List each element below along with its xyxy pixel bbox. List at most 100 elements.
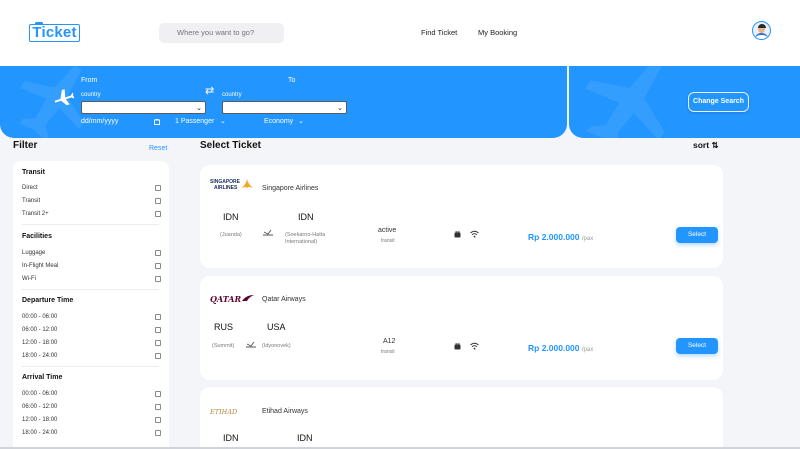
filter-option: 06:00 - 12:00	[22, 327, 58, 333]
checkbox[interactable]	[155, 327, 161, 333]
from-label: From	[81, 77, 98, 84]
bird-icon	[241, 179, 253, 188]
filter-section-title: Departure Time	[22, 297, 74, 304]
filter-option: Direct	[22, 185, 38, 191]
ticket-price: Rp 2.000.000 /pax	[528, 232, 594, 242]
wifi-icon	[470, 342, 479, 350]
chevron-down-icon: ⌄	[220, 118, 226, 125]
arrival-city: (Soekarno-Hatta International)	[285, 232, 326, 245]
nav-my-booking[interactable]: My Booking	[478, 28, 517, 37]
top-navbar	[0, 0, 800, 66]
to-country-label: country	[222, 92, 242, 98]
departure-code: IDN	[223, 433, 239, 443]
class-select[interactable]: Economy	[264, 118, 293, 125]
airline-logo: ETIHAD	[210, 408, 238, 416]
airline-name: Qatar Airways	[262, 296, 306, 303]
plane-icon	[54, 89, 74, 106]
flight-icon	[263, 229, 273, 236]
filter-option: 00:00 - 06:00	[22, 314, 58, 320]
from-country-label: country	[81, 92, 101, 98]
filter-option: 18:00 - 24:00	[22, 353, 58, 359]
checkbox[interactable]	[155, 340, 161, 346]
checkbox[interactable]	[155, 391, 161, 397]
filter-option: In-Flight Meal	[22, 263, 59, 269]
checkbox[interactable]	[155, 198, 161, 204]
luggage-icon	[454, 231, 461, 238]
transit-label: transit	[381, 238, 395, 244]
search-input[interactable]	[159, 23, 284, 43]
filter-option: Luggage	[22, 250, 46, 256]
filter-section-title: Facilities	[22, 233, 52, 240]
filter-option: Wi-Fi	[22, 276, 36, 282]
filter-option: 12:00 - 18:00	[22, 340, 58, 346]
calendar-icon[interactable]	[154, 119, 160, 125]
departure-code: IDN	[223, 212, 239, 222]
ticket-card: ETIHAD Etihad Airways IDN IDN	[200, 387, 723, 449]
departure-code: RUS	[214, 322, 234, 332]
arrival-city: (Idyonovek)	[262, 343, 291, 349]
filter-section-title: Transit	[22, 169, 45, 176]
flight-status: active	[378, 227, 397, 234]
checkbox[interactable]	[155, 417, 161, 423]
filter-option: Transit 2+	[22, 211, 49, 217]
filter-option: 12:00 - 18:00	[22, 417, 58, 423]
wifi-icon	[470, 230, 479, 238]
filter-option: 18:00 - 24:00	[22, 430, 58, 436]
checkbox[interactable]	[155, 276, 161, 282]
airline-name: Etihad Airways	[262, 408, 308, 415]
plane-watermark-icon-right	[585, 66, 665, 138]
departure-city: (Juanda)	[220, 232, 242, 238]
page-title: Select Ticket	[200, 140, 261, 151]
checkbox[interactable]	[155, 250, 161, 256]
to-country-select[interactable]: ⌄	[222, 101, 347, 114]
filter-title: Filter	[13, 140, 38, 151]
from-country-select[interactable]: ⌄	[81, 101, 206, 114]
chevron-down-icon: ⌄	[298, 118, 304, 125]
ticket-price: Rp 2.000.000 /pax	[528, 343, 594, 353]
reset-filter-link[interactable]: Reset	[149, 145, 167, 152]
airline-logo: QATAR	[210, 294, 254, 304]
flight-status: A12	[383, 338, 396, 345]
sort-button[interactable]: sort ⇅	[693, 140, 719, 151]
arrival-code: IDN	[297, 433, 313, 443]
nav-find-ticket[interactable]: Find Ticket	[421, 28, 457, 37]
chevron-down-icon: ⌄	[196, 105, 202, 112]
checkbox[interactable]	[155, 404, 161, 410]
chevron-down-icon: ⌄	[337, 105, 343, 112]
ticket-card: QATAR Qatar Airways RUS USA (Summit) (Id…	[200, 276, 723, 380]
arrival-code: USA	[267, 322, 286, 332]
checkbox[interactable]	[155, 430, 161, 436]
transit-label: transit	[381, 349, 395, 355]
passenger-select[interactable]: 1 Passenger	[175, 118, 214, 125]
checkbox[interactable]	[155, 314, 161, 320]
airline-name: Singapore Airlines	[262, 185, 319, 192]
sort-arrows-icon: ⇅	[711, 140, 719, 150]
arrival-code: IDN	[298, 212, 314, 222]
filter-option: 00:00 - 06:00	[22, 391, 58, 397]
change-search-button[interactable]: Change Search	[688, 92, 749, 112]
filter-section-title: Arrival Time	[22, 374, 63, 381]
divider	[22, 224, 159, 225]
divider	[22, 289, 159, 290]
select-ticket-button[interactable]: Select	[676, 227, 718, 243]
date-input[interactable]: dd/mm/yyyy	[81, 118, 118, 125]
filter-option: 06:00 - 12:00	[22, 404, 58, 410]
checkbox[interactable]	[155, 211, 161, 217]
departure-city: (Summit)	[212, 343, 235, 349]
user-avatar[interactable]	[752, 21, 771, 40]
filter-option: Transit	[22, 198, 41, 204]
checkbox[interactable]	[155, 263, 161, 269]
ticket-card: SINGAPORE AIRLINES Singapore Airlines ID…	[200, 165, 723, 268]
flight-icon	[246, 341, 256, 348]
luggage-icon	[454, 343, 461, 350]
oryx-icon	[242, 295, 254, 301]
divider	[22, 366, 159, 367]
checkbox[interactable]	[155, 185, 161, 191]
select-ticket-button[interactable]: Select	[676, 338, 718, 354]
airline-logo: SINGAPORE AIRLINES	[210, 179, 253, 191]
checkbox[interactable]	[155, 353, 161, 359]
app-logo[interactable]: Ticket	[29, 22, 80, 42]
filter-panel: Transit Direct Transit Transit 2+ Facili…	[13, 161, 169, 449]
swap-icon[interactable]: ⇄	[205, 86, 214, 97]
to-label: To	[288, 77, 296, 84]
